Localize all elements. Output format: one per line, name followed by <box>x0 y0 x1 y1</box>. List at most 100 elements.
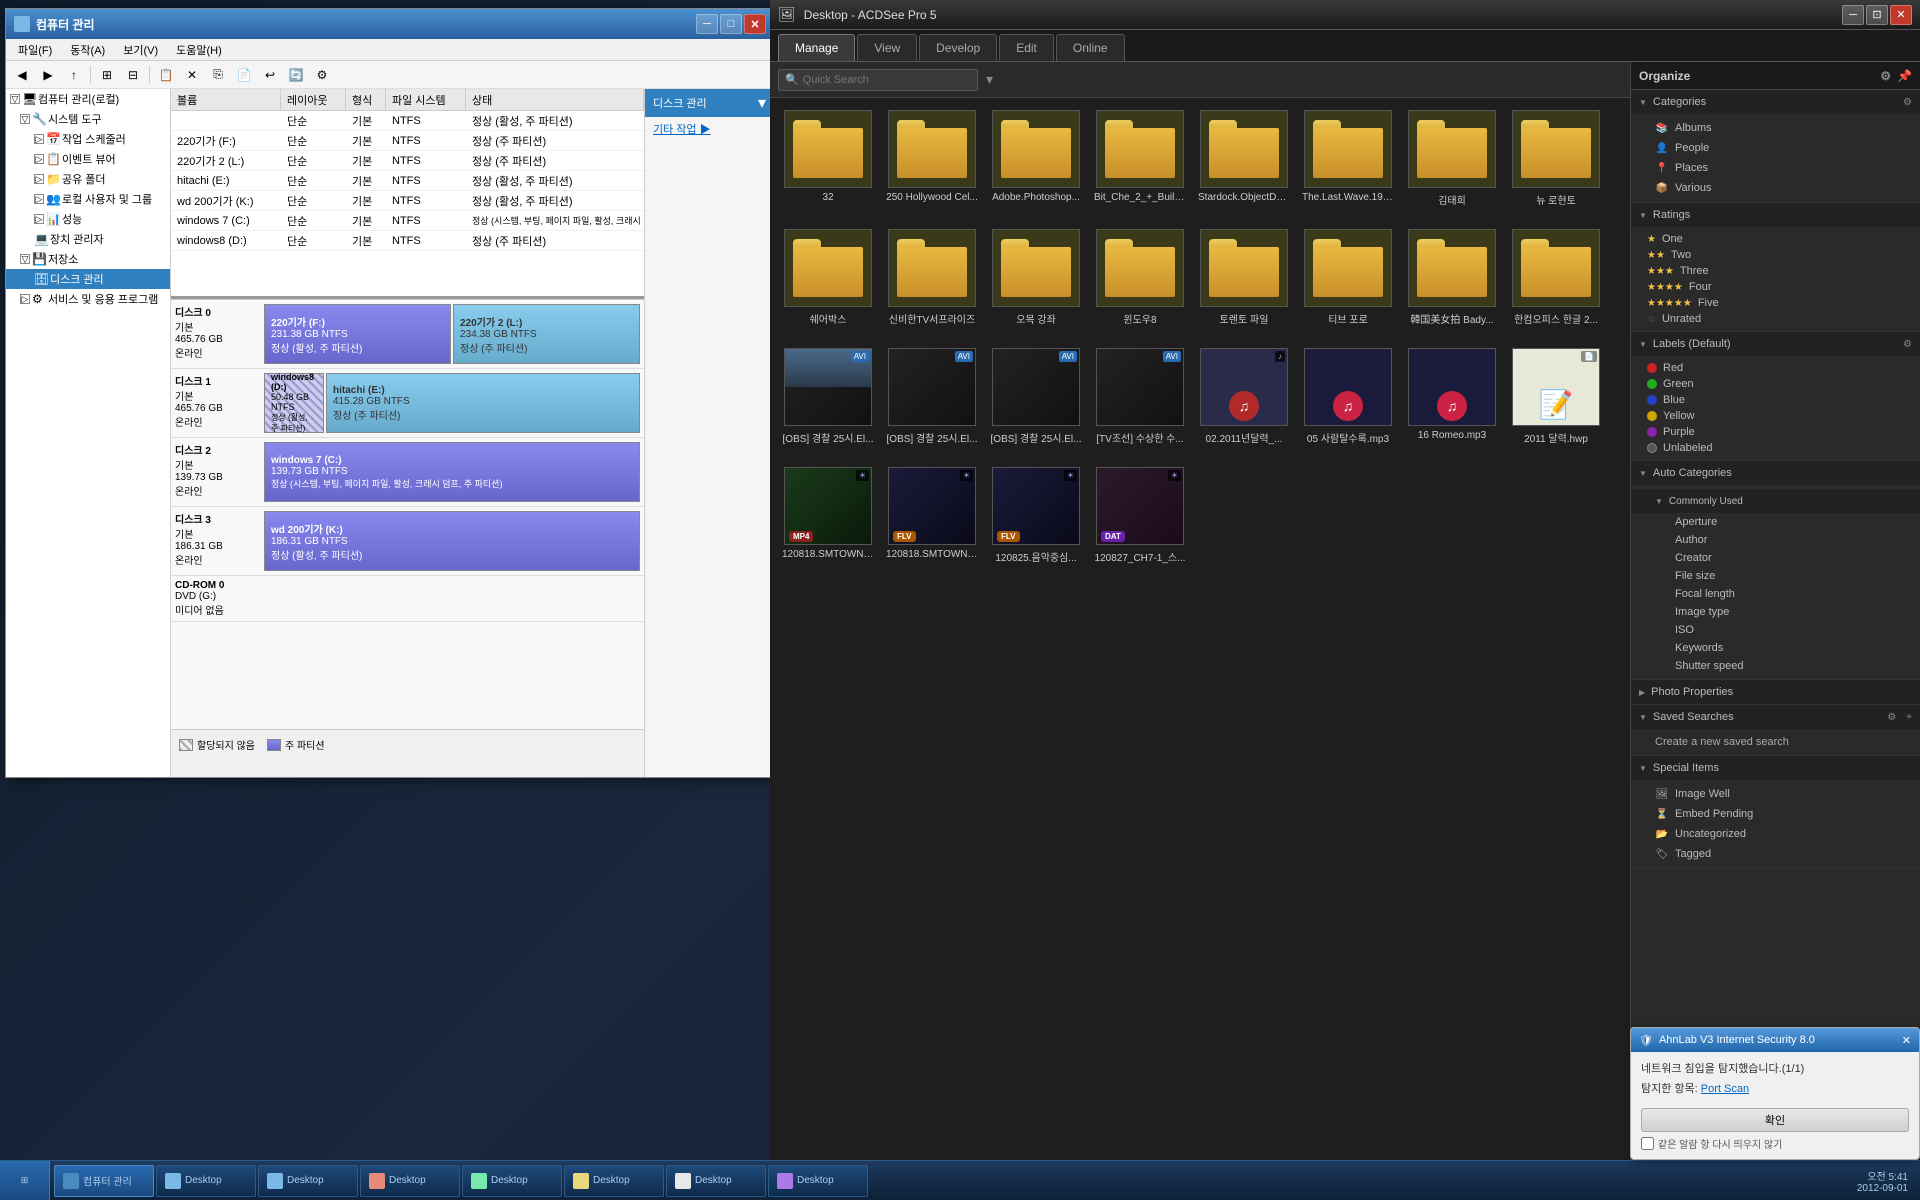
section-saved-searches-header[interactable]: ▼ Saved Searches ⚙ + <box>1631 705 1920 729</box>
list-item[interactable]: Bit_Che_2_+_Build_... <box>1090 106 1190 221</box>
list-item[interactable]: 오목 강좌 <box>986 225 1086 340</box>
menu-view[interactable]: 보기(V) <box>115 40 166 60</box>
subsection-commonly-used-header[interactable]: ▼ Commonly Used <box>1631 489 1920 513</box>
list-item[interactable]: ☀ AVI [OBS] 경찰 25시.El... <box>778 344 878 459</box>
section-labels-header[interactable]: ▼ Labels (Default) ⚙ <box>1631 332 1920 356</box>
section-photo-properties-header[interactable]: ▶ Photo Properties <box>1631 680 1920 704</box>
tree-expand-perf[interactable]: ▷ <box>34 214 44 224</box>
tab-edit[interactable]: Edit <box>999 34 1054 61</box>
list-item[interactable]: 한컴오피스 한글 2... <box>1506 225 1606 340</box>
toolbar-btn-copy[interactable]: ⎘ <box>206 64 230 86</box>
col-status[interactable]: 상태 <box>466 89 644 110</box>
list-item[interactable]: 韓国美女拍 Bady... <box>1402 225 1502 340</box>
list-item[interactable]: 김태희 <box>1402 106 1502 221</box>
list-item[interactable]: 티브 포로 <box>1298 225 1398 340</box>
pin-icon[interactable]: 📌 <box>1897 69 1912 83</box>
col-fs[interactable]: 파일 시스템 <box>386 89 466 110</box>
sidebar-item-places[interactable]: 📍 Places <box>1631 158 1920 178</box>
saved-searches-add-icon[interactable]: + <box>1906 712 1912 723</box>
list-item[interactable]: ☀ DAT 120827_CH7-1_스... <box>1090 463 1190 578</box>
search-dropdown-button[interactable]: ▾ <box>986 71 993 88</box>
sidebar-item-author[interactable]: Author <box>1639 531 1920 549</box>
list-item[interactable]: 32 <box>778 106 878 221</box>
table-row[interactable]: wd 200기가 (K:) 단순 기본 NTFS 정상 (활성, 주 파티션) <box>171 191 644 211</box>
sidebar-item-aperture[interactable]: Aperture <box>1639 513 1920 531</box>
disk-0-partition-l[interactable]: 220기가 2 (L:) 234.38 GB NTFS 정상 (주 파티션) <box>453 304 640 364</box>
disk-1-partition-d[interactable]: windows8 (D:) 50.48 GB NTFS 정상 (활성, 주 파티… <box>264 373 324 433</box>
tree-expand-system[interactable]: ▽ <box>20 114 30 124</box>
list-item[interactable]: ♫ 05 사람탈수록.mp3 <box>1298 344 1398 459</box>
tree-item-device-mgr[interactable]: 💻 장치 관리자 <box>6 229 170 249</box>
toolbar-btn-props[interactable]: ⚙ <box>310 64 334 86</box>
tree-expand-users[interactable]: ▷ <box>34 194 44 204</box>
sidebar-item-filesize[interactable]: File size <box>1639 567 1920 585</box>
taskbar-item-desktop-5[interactable]: Desktop <box>564 1165 664 1197</box>
disk-3-partition-k[interactable]: wd 200기가 (K:) 186.31 GB NTFS 정상 (활성, 주 파… <box>264 511 640 571</box>
taskbar-item-desktop-6[interactable]: Desktop <box>666 1165 766 1197</box>
ahnlab-no-repeat-checkbox[interactable] <box>1641 1137 1654 1150</box>
col-type[interactable]: 형식 <box>346 89 386 110</box>
rating-five[interactable]: ★★★★★ Five <box>1631 295 1920 311</box>
taskbar-item-desktop-1[interactable]: Desktop <box>156 1165 256 1197</box>
menu-action[interactable]: 동작(A) <box>62 40 113 60</box>
list-item[interactable]: ♪ ♫ 02.2011년달력_... <box>1194 344 1294 459</box>
menu-help[interactable]: 도움말(H) <box>168 40 230 60</box>
rating-one[interactable]: ★ One <box>1631 231 1920 247</box>
task-other[interactable]: 기타 작업 ▶ <box>645 117 774 141</box>
ahnlab-port-scan-link[interactable]: Port Scan <box>1701 1083 1749 1095</box>
list-item[interactable]: ☀ AVI [OBS] 경찰 25시.El... <box>986 344 1086 459</box>
taskbar-item-desktop-4[interactable]: Desktop <box>462 1165 562 1197</box>
list-item[interactable]: Adobe.Photoshop... <box>986 106 1086 221</box>
categories-settings-icon[interactable]: ⚙ <box>1903 97 1912 108</box>
table-row[interactable]: windows8 (D:) 단순 기본 NTFS 정상 (주 파티션) <box>171 231 644 251</box>
table-row[interactable]: 220기가 2 (L:) 단순 기본 NTFS 정상 (주 파티션) <box>171 151 644 171</box>
list-item[interactable]: 뉴 로현토 <box>1506 106 1606 221</box>
start-button[interactable]: ⊞ <box>0 1161 50 1200</box>
acdsee-restore-button[interactable]: ⊡ <box>1866 5 1888 25</box>
label-green[interactable]: Green <box>1631 376 1920 392</box>
toolbar-show-hide[interactable]: ⊞ <box>95 64 119 86</box>
section-auto-categories-header[interactable]: ▼ Auto Categories <box>1631 461 1920 485</box>
table-row[interactable]: windows 7 (C:) 단순 기본 NTFS 정상 (시스템, 부팅, 페… <box>171 211 644 231</box>
tree-item-shared[interactable]: ▷ 📁 공유 폴더 <box>6 169 170 189</box>
tree-item-disk-mgmt[interactable]: 🗄 디스크 관리 <box>6 269 170 289</box>
sidebar-item-various[interactable]: 📦 Various <box>1631 178 1920 198</box>
list-item[interactable]: 토렌토 파일 <box>1194 225 1294 340</box>
quick-search-input[interactable] <box>803 74 943 86</box>
rating-two[interactable]: ★★ Two <box>1631 247 1920 263</box>
label-purple[interactable]: Purple <box>1631 424 1920 440</box>
disk-2-partition-c[interactable]: windows 7 (C:) 139.73 GB NTFS 정상 (시스템, 부… <box>264 442 640 502</box>
ahnlab-ok-button[interactable]: 확인 <box>1641 1108 1909 1132</box>
list-item[interactable]: The.Last.Wave.197... <box>1298 106 1398 221</box>
sidebar-item-tagged[interactable]: 🏷 Tagged <box>1631 844 1920 864</box>
toolbar-new-window[interactable]: ⊟ <box>121 64 145 86</box>
tab-manage[interactable]: Manage <box>778 34 855 61</box>
section-special-items-header[interactable]: ▼ Special Items <box>1631 756 1920 780</box>
tree-item-services[interactable]: ▷ ⚙ 서비스 및 응용 프로그램 <box>6 289 170 309</box>
sidebar-item-albums[interactable]: 📚 Albums <box>1631 118 1920 138</box>
mgmt-maximize-button[interactable]: □ <box>720 14 742 34</box>
tree-item-storage[interactable]: ▽ 💾 저장소 <box>6 249 170 269</box>
disk-0-partition-f[interactable]: 220기가 (F:) 231.38 GB NTFS 정상 (활성, 주 파티션) <box>264 304 451 364</box>
toolbar-export[interactable]: 📋 <box>154 64 178 86</box>
toolbar-btn-x[interactable]: ✕ <box>180 64 204 86</box>
acdsee-close-button[interactable]: ✕ <box>1890 5 1912 25</box>
list-item[interactable]: 윈도우8 <box>1090 225 1190 340</box>
toolbar-btn-refresh[interactable]: 🔄 <box>284 64 308 86</box>
saved-searches-settings-icon[interactable]: ⚙ <box>1887 712 1896 723</box>
taskbar-item-desktop-2[interactable]: Desktop <box>258 1165 358 1197</box>
section-categories-header[interactable]: ▼ Categories ⚙ <box>1631 90 1920 114</box>
tree-expand-event[interactable]: ▷ <box>34 154 44 164</box>
mgmt-close-button[interactable]: ✕ <box>744 14 766 34</box>
sidebar-item-uncategorized[interactable]: 📂 Uncategorized <box>1631 824 1920 844</box>
table-row[interactable]: hitachi (E:) 단순 기본 NTFS 정상 (활성, 주 파티션) <box>171 171 644 191</box>
labels-settings-icon[interactable]: ⚙ <box>1903 339 1912 350</box>
list-item[interactable]: Stardock.ObjectDo... <box>1194 106 1294 221</box>
tree-item-local-users[interactable]: ▷ 👥 로컬 사용자 및 그룹 <box>6 189 170 209</box>
tree-expand-storage[interactable]: ▽ <box>20 254 30 264</box>
rating-three[interactable]: ★★★ Three <box>1631 263 1920 279</box>
toolbar-btn-paste[interactable]: 📄 <box>232 64 256 86</box>
section-ratings-header[interactable]: ▼ Ratings <box>1631 203 1920 227</box>
list-item[interactable]: 신비한TV서프라이즈 <box>882 225 982 340</box>
sidebar-item-people[interactable]: 👤 People <box>1631 138 1920 158</box>
